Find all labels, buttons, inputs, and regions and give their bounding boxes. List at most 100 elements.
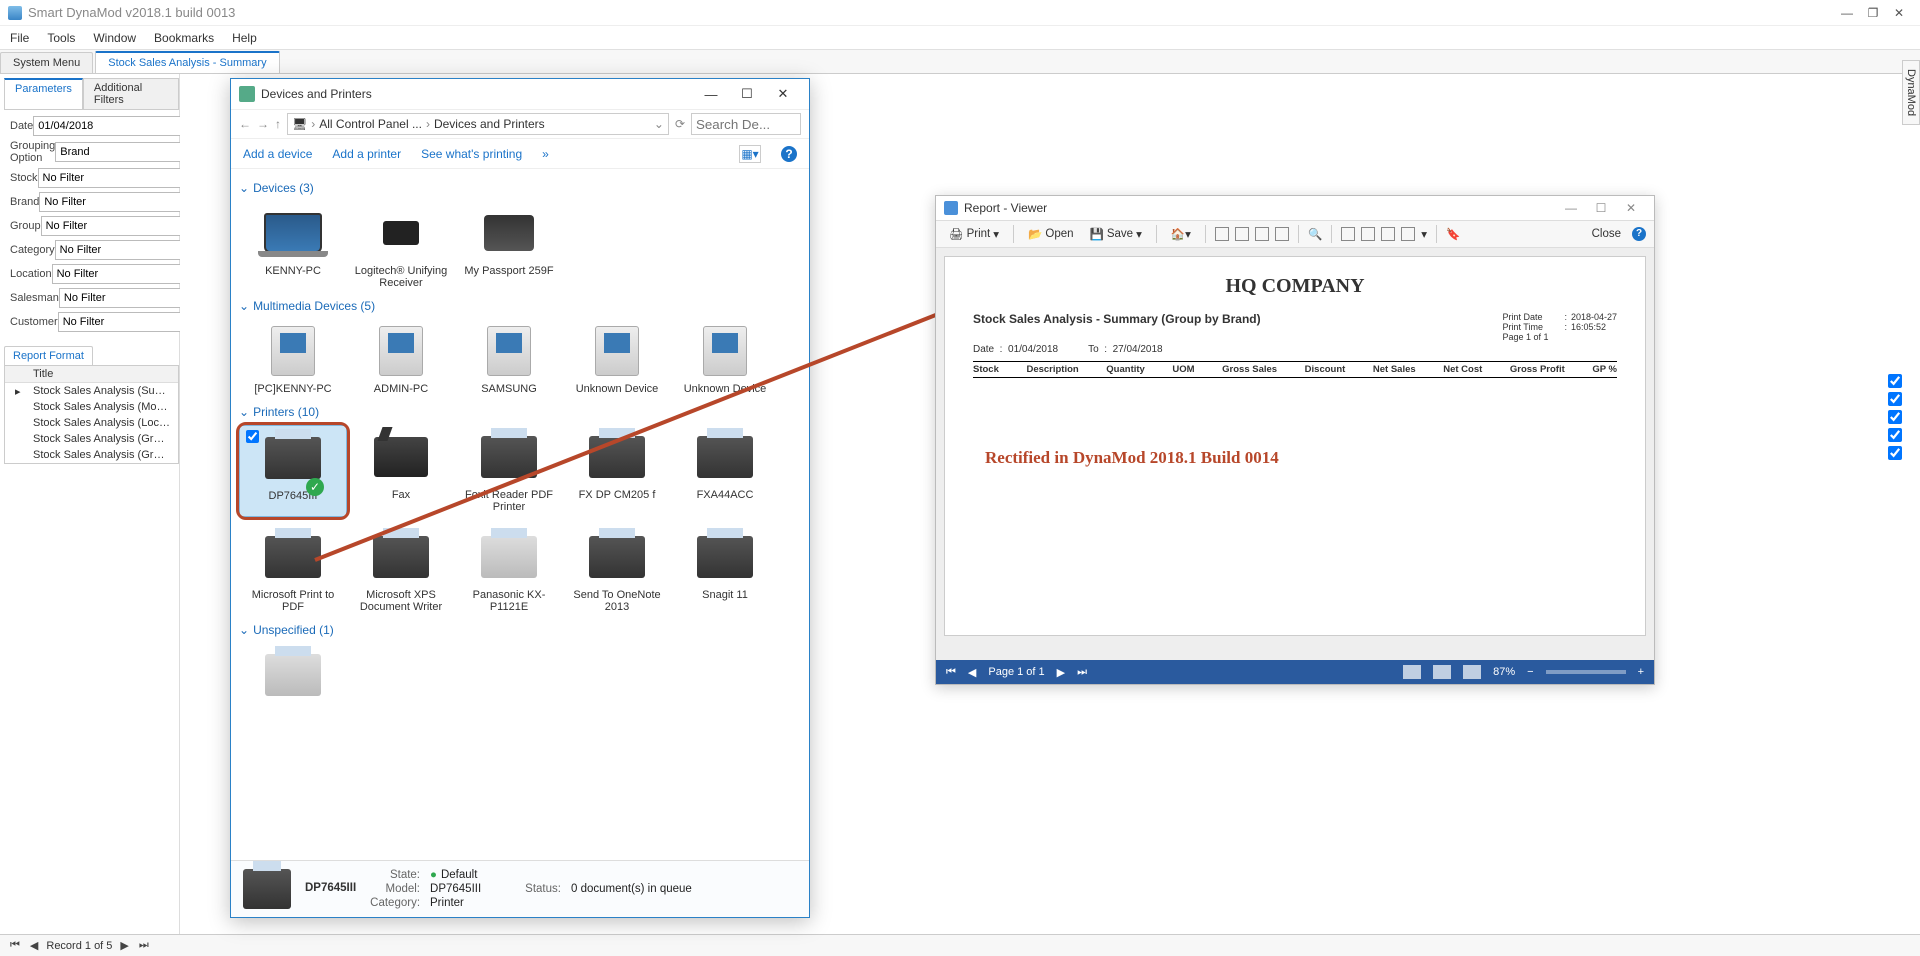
printer-msxps[interactable]: Microsoft XPS Document Writer [347, 525, 455, 617]
check-2[interactable] [1888, 410, 1902, 424]
nav-prev[interactable]: ◀ [28, 939, 40, 952]
breadcrumb[interactable]: 🖥› All Control Panel ...› Devices and Pr… [287, 113, 669, 135]
view-multi-icon[interactable] [1463, 665, 1481, 679]
device-logitech[interactable]: Logitech® Unifying Receiver [347, 201, 455, 293]
more-toolbar[interactable]: » [542, 147, 549, 161]
rv-help-button[interactable]: ? [1632, 227, 1646, 241]
close-button[interactable]: ✕ [1886, 6, 1912, 20]
help-button[interactable]: ? [781, 146, 797, 162]
add-device-link[interactable]: Add a device [243, 147, 312, 161]
up-button[interactable]: ↑ [275, 117, 281, 131]
printer-fxdp[interactable]: FX DP CM205 f [563, 425, 671, 517]
refresh-button[interactable]: ⟳ [675, 117, 685, 131]
rv-prev-page[interactable]: ◀ [968, 666, 976, 679]
rv-next-page[interactable]: ▶ [1057, 666, 1065, 679]
check-1[interactable] [1888, 392, 1902, 406]
printer-fxa44[interactable]: FXA44ACC [671, 425, 779, 517]
dev-close-button[interactable]: ✕ [765, 86, 801, 102]
printer-msprint[interactable]: Microsoft Print to PDF [239, 525, 347, 617]
print-button[interactable]: 🖨Print▾ [944, 225, 1004, 243]
param-input-date[interactable] [33, 116, 185, 136]
side-vertical-tab[interactable]: DynaMod [1902, 60, 1920, 125]
add-printer-link[interactable]: Add a printer [332, 147, 401, 161]
rv-last-page[interactable]: ⏭ [1077, 666, 1087, 679]
search-input[interactable] [691, 113, 801, 135]
group-unspecified[interactable]: Unspecified (1) [239, 617, 801, 643]
report-item-3[interactable]: Stock Sales Analysis (Grouping vs Monthl… [5, 431, 178, 447]
subtab-additional-filters[interactable]: Additional Filters [83, 78, 179, 109]
group-multimedia[interactable]: Multimedia Devices (5) [239, 293, 801, 319]
layout-1-icon[interactable] [1341, 227, 1355, 241]
menu-bookmarks[interactable]: Bookmarks [154, 31, 214, 45]
rv-close-button[interactable]: ✕ [1616, 201, 1646, 215]
rv-maximize-button[interactable]: ☐ [1586, 201, 1616, 215]
printer-check[interactable] [246, 430, 259, 443]
unspecified-item[interactable] [239, 643, 347, 711]
rv-body[interactable]: HQ COMPANY Stock Sales Analysis - Summar… [936, 248, 1654, 660]
check-4[interactable] [1888, 446, 1902, 460]
rv-minimize-button[interactable]: — [1556, 201, 1586, 215]
report-item-4[interactable]: Stock Sales Analysis (Grouping vs Locati… [5, 447, 178, 463]
mm-unknown-1[interactable]: Unknown Device [563, 319, 671, 399]
back-button[interactable]: ← [239, 117, 251, 131]
group-printers[interactable]: Printers (10) [239, 399, 801, 425]
nav-first[interactable]: ⏮ [8, 939, 22, 952]
toggle-sidebar-icon[interactable] [1215, 227, 1229, 241]
watermark-icon[interactable]: 🔖 [1446, 227, 1460, 241]
view-mode-button[interactable]: ▦▾ [739, 145, 761, 163]
check-3[interactable] [1888, 428, 1902, 442]
tab-stock-sales[interactable]: Stock Sales Analysis - Summary [95, 51, 279, 73]
view-cont-icon[interactable] [1433, 665, 1451, 679]
close-report-button[interactable]: Close [1587, 226, 1626, 242]
device-kenny-pc[interactable]: KENNY-PC [239, 201, 347, 293]
open-button[interactable]: 📂Open [1023, 225, 1078, 243]
report-format-header[interactable]: Report Format [4, 346, 93, 365]
save-button[interactable]: 💾Save▾ [1085, 225, 1147, 243]
mm-samsung[interactable]: SAMSUNG [455, 319, 563, 399]
minimize-button[interactable]: — [1834, 6, 1860, 20]
printer-fax[interactable]: Fax [347, 425, 455, 517]
menu-window[interactable]: Window [93, 31, 136, 45]
toggle-outline-icon[interactable] [1255, 227, 1269, 241]
param-input-stock[interactable] [38, 168, 190, 188]
printer-foxit[interactable]: Foxit Reader PDF Printer [455, 425, 563, 517]
printer-panasonic[interactable]: Panasonic KX-P1121E [455, 525, 563, 617]
tab-system-menu[interactable]: System Menu [0, 52, 93, 73]
toggle-columns-icon[interactable] [1275, 227, 1289, 241]
printer-snagit[interactable]: Snagit 11 [671, 525, 779, 617]
zoom-in-button[interactable]: + [1638, 666, 1644, 678]
layout-3-icon[interactable] [1381, 227, 1395, 241]
layout-2-icon[interactable] [1361, 227, 1375, 241]
mm-unknown-2[interactable]: Unknown Device [671, 319, 779, 399]
mm-pckenny[interactable]: [PC]KENNY-PC [239, 319, 347, 399]
printer-dp7645iii[interactable]: ✓ DP7645III [239, 425, 347, 517]
param-input-group[interactable] [41, 216, 193, 236]
mm-admin[interactable]: ADMIN-PC [347, 319, 455, 399]
see-printing-link[interactable]: See what's printing [421, 147, 522, 161]
find-icon[interactable]: 🔍 [1308, 227, 1322, 241]
home-button[interactable]: 🏠▾ [1166, 225, 1196, 243]
crumb-0[interactable]: All Control Panel ... [319, 117, 422, 131]
view-single-icon[interactable] [1403, 665, 1421, 679]
rv-first-page[interactable]: ⏮ [946, 666, 956, 679]
report-item-0[interactable]: Stock Sales Analysis (Summary) [5, 383, 178, 399]
report-item-2[interactable]: Stock Sales Analysis (Location) [5, 415, 178, 431]
dev-maximize-button[interactable]: ☐ [729, 86, 765, 102]
dev-minimize-button[interactable]: — [693, 87, 729, 102]
zoom-out-button[interactable]: − [1527, 666, 1533, 678]
forward-button[interactable]: → [257, 117, 269, 131]
param-input-brand[interactable] [39, 192, 191, 212]
printer-onenote[interactable]: Send To OneNote 2013 [563, 525, 671, 617]
nav-last[interactable]: ⏭ [137, 939, 151, 952]
subtab-parameters[interactable]: Parameters [4, 78, 83, 109]
zoom-slider[interactable] [1546, 670, 1626, 674]
menu-file[interactable]: File [10, 31, 29, 45]
report-item-1[interactable]: Stock Sales Analysis (Monthly) [5, 399, 178, 415]
menu-help[interactable]: Help [232, 31, 257, 45]
crumb-1[interactable]: Devices and Printers [434, 117, 545, 131]
nav-next[interactable]: ▶ [118, 939, 130, 952]
check-0[interactable] [1888, 374, 1902, 388]
restore-button[interactable]: ❐ [1860, 6, 1886, 20]
toggle-thumb-icon[interactable] [1235, 227, 1249, 241]
group-devices[interactable]: Devices (3) [239, 175, 801, 201]
